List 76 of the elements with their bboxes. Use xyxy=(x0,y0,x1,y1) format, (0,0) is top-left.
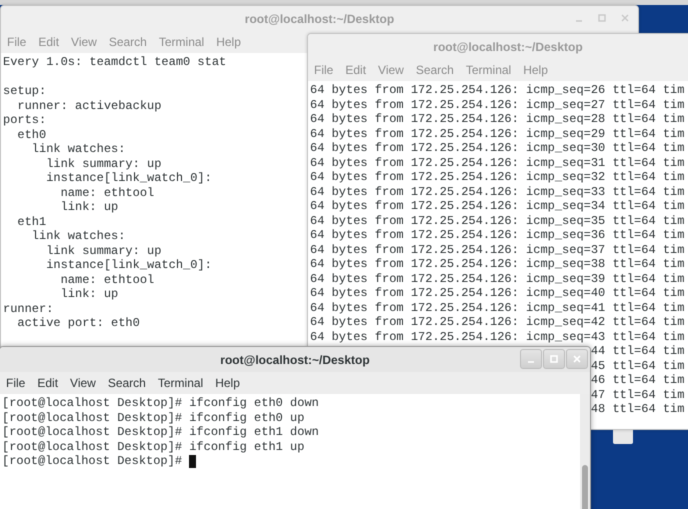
terminal-line: link watches: xyxy=(30,229,126,244)
terminal-line: [root@localhost Desktop]# ifconfig eth0 down xyxy=(2,396,319,410)
terminal-line: 64 bytes from 172.25.254.126: icmp_seq=40 ttl=64 tim xyxy=(310,286,684,300)
terminal-line: instance[link_watch_0]: xyxy=(45,171,212,186)
scrollbar[interactable] xyxy=(580,394,590,509)
menu-item[interactable]: Search xyxy=(108,35,147,49)
terminal-line: link: up xyxy=(60,287,118,302)
minimize-button[interactable] xyxy=(520,349,542,369)
terminal-line: 45 ttl=64 tim xyxy=(590,358,684,373)
terminal-line: eth1 xyxy=(16,214,46,229)
menu-item[interactable]: File xyxy=(6,376,26,390)
window-title: root@localhost:~/Desktop xyxy=(244,12,394,26)
menu-item[interactable]: Edit xyxy=(345,63,366,77)
terminal-line: 64 bytes from 172.25.254.126: icmp_seq=36 ttl=64 tim xyxy=(310,228,684,242)
terminal-line: [root@localhost Desktop]# ifconfig eth1 down xyxy=(2,425,319,440)
terminal-line: setup: xyxy=(3,84,46,98)
menu-item[interactable]: Edit xyxy=(38,35,60,49)
terminal-line: link summary: up xyxy=(45,156,162,171)
terminal-line: link summary: up xyxy=(45,244,162,258)
terminal-line: 64 bytes from 172.25.254.126: icmp_seq=29 ttl=64 tim xyxy=(310,126,684,141)
menu-item[interactable]: File xyxy=(7,35,26,49)
terminal-line: [root@localhost Desktop]# xyxy=(2,454,184,468)
close-icon xyxy=(573,355,581,363)
terminal-line: name: ethtool xyxy=(60,186,154,200)
maximize-icon xyxy=(550,355,558,363)
terminal-line: 64 bytes from 172.25.254.126: icmp_seq=28 ttl=64 tim xyxy=(310,112,684,126)
terminal-line: 64 bytes from 172.25.254.126: icmp_seq=38 ttl=64 tim xyxy=(310,257,684,272)
terminal-line: active port: eth0 xyxy=(16,316,140,330)
terminal-line: 64 bytes from 172.25.254.126: icmp_seq=30 ttl=64 tim xyxy=(310,141,684,156)
menu-item[interactable]: Terminal xyxy=(466,63,512,77)
close-button[interactable] xyxy=(566,349,588,369)
scrollbar-thumb[interactable] xyxy=(582,465,588,509)
terminal-line: 64 bytes from 172.25.254.126: icmp_seq=31 ttl=64 tim xyxy=(310,156,684,170)
terminal-line: 64 bytes from 172.25.254.126: icmp_seq=32 ttl=64 tim xyxy=(310,170,684,184)
terminal-line: 64 bytes from 172.25.254.126: icmp_seq=35 ttl=64 tim xyxy=(310,214,684,228)
menu-item[interactable]: Help xyxy=(215,376,240,390)
window-title: root@localhost:~/Desktop xyxy=(220,352,370,366)
menu-item[interactable]: View xyxy=(70,376,96,390)
menu-item[interactable]: File xyxy=(314,63,334,77)
window-title: root@localhost:~/Desktop xyxy=(433,40,583,54)
terminal-line: 64 bytes from 172.25.254.126: icmp_seq=33 ttl=64 tim xyxy=(310,184,684,199)
menu-item[interactable]: Search xyxy=(108,376,146,390)
terminal-line: 48 ttl=64 tim xyxy=(590,402,684,416)
menu-item[interactable]: View xyxy=(378,63,404,77)
terminal-line: 64 bytes from 172.25.254.126: icmp_seq=37 ttl=64 tim xyxy=(310,242,684,257)
maximize-icon xyxy=(598,14,606,22)
terminal-line: 64 bytes from 172.25.254.126: icmp_seq=43 ttl=64 tim xyxy=(310,330,684,344)
terminal-line: instance[link_watch_0]: xyxy=(45,258,212,272)
menu-item[interactable]: Help xyxy=(216,35,241,49)
terminal-line: 64 bytes from 172.25.254.126: icmp_seq=34 ttl=64 tim xyxy=(310,199,684,214)
maximize-button[interactable] xyxy=(543,349,565,369)
menu-item[interactable]: Help xyxy=(523,63,548,77)
terminal-line: 47 ttl=64 tim xyxy=(590,388,684,402)
terminal-line: 46 ttl=64 tim xyxy=(590,373,684,388)
terminal-line: 64 bytes from 172.25.254.126: icmp_seq=41 ttl=64 tim xyxy=(310,300,684,315)
terminal-line: [root@localhost Desktop]# ifconfig eth0 up xyxy=(2,410,304,425)
terminal-line: link: up xyxy=(60,200,118,214)
menu-item[interactable]: Search xyxy=(416,63,454,77)
terminal-line: 64 bytes from 172.25.254.126: icmp_seq=39 ttl=64 tim xyxy=(310,272,684,286)
menu-item[interactable]: View xyxy=(71,35,97,49)
terminal-line: 64 bytes from 172.25.254.126: icmp_seq=26 ttl=64 tim xyxy=(310,83,684,98)
terminal-line: eth0 xyxy=(16,128,46,142)
terminal-line: Every 1.0s: teamdctl team0 stat xyxy=(3,55,226,70)
terminal-line: 64 bytes from 172.25.254.126: icmp_seq=42 ttl=64 tim xyxy=(310,315,684,330)
terminal-line: 44 ttl=64 tim xyxy=(590,344,684,358)
close-icon xyxy=(621,14,629,22)
menu-item[interactable]: Edit xyxy=(37,376,58,390)
terminal-line: 64 bytes from 172.25.254.126: icmp_seq=27 ttl=64 tim xyxy=(310,98,684,112)
terminal-line: [root@localhost Desktop]# ifconfig eth1 up xyxy=(2,440,304,454)
menu-item[interactable]: Terminal xyxy=(158,35,204,49)
terminal-line: name: ethtool xyxy=(60,272,154,287)
terminal-line: runner: xyxy=(3,302,54,316)
menu-item[interactable]: Terminal xyxy=(158,376,204,390)
terminal-line: link watches: xyxy=(30,142,126,156)
terminal-line: runner: activebackup xyxy=(16,98,162,113)
terminal-line: ports: xyxy=(3,113,46,128)
